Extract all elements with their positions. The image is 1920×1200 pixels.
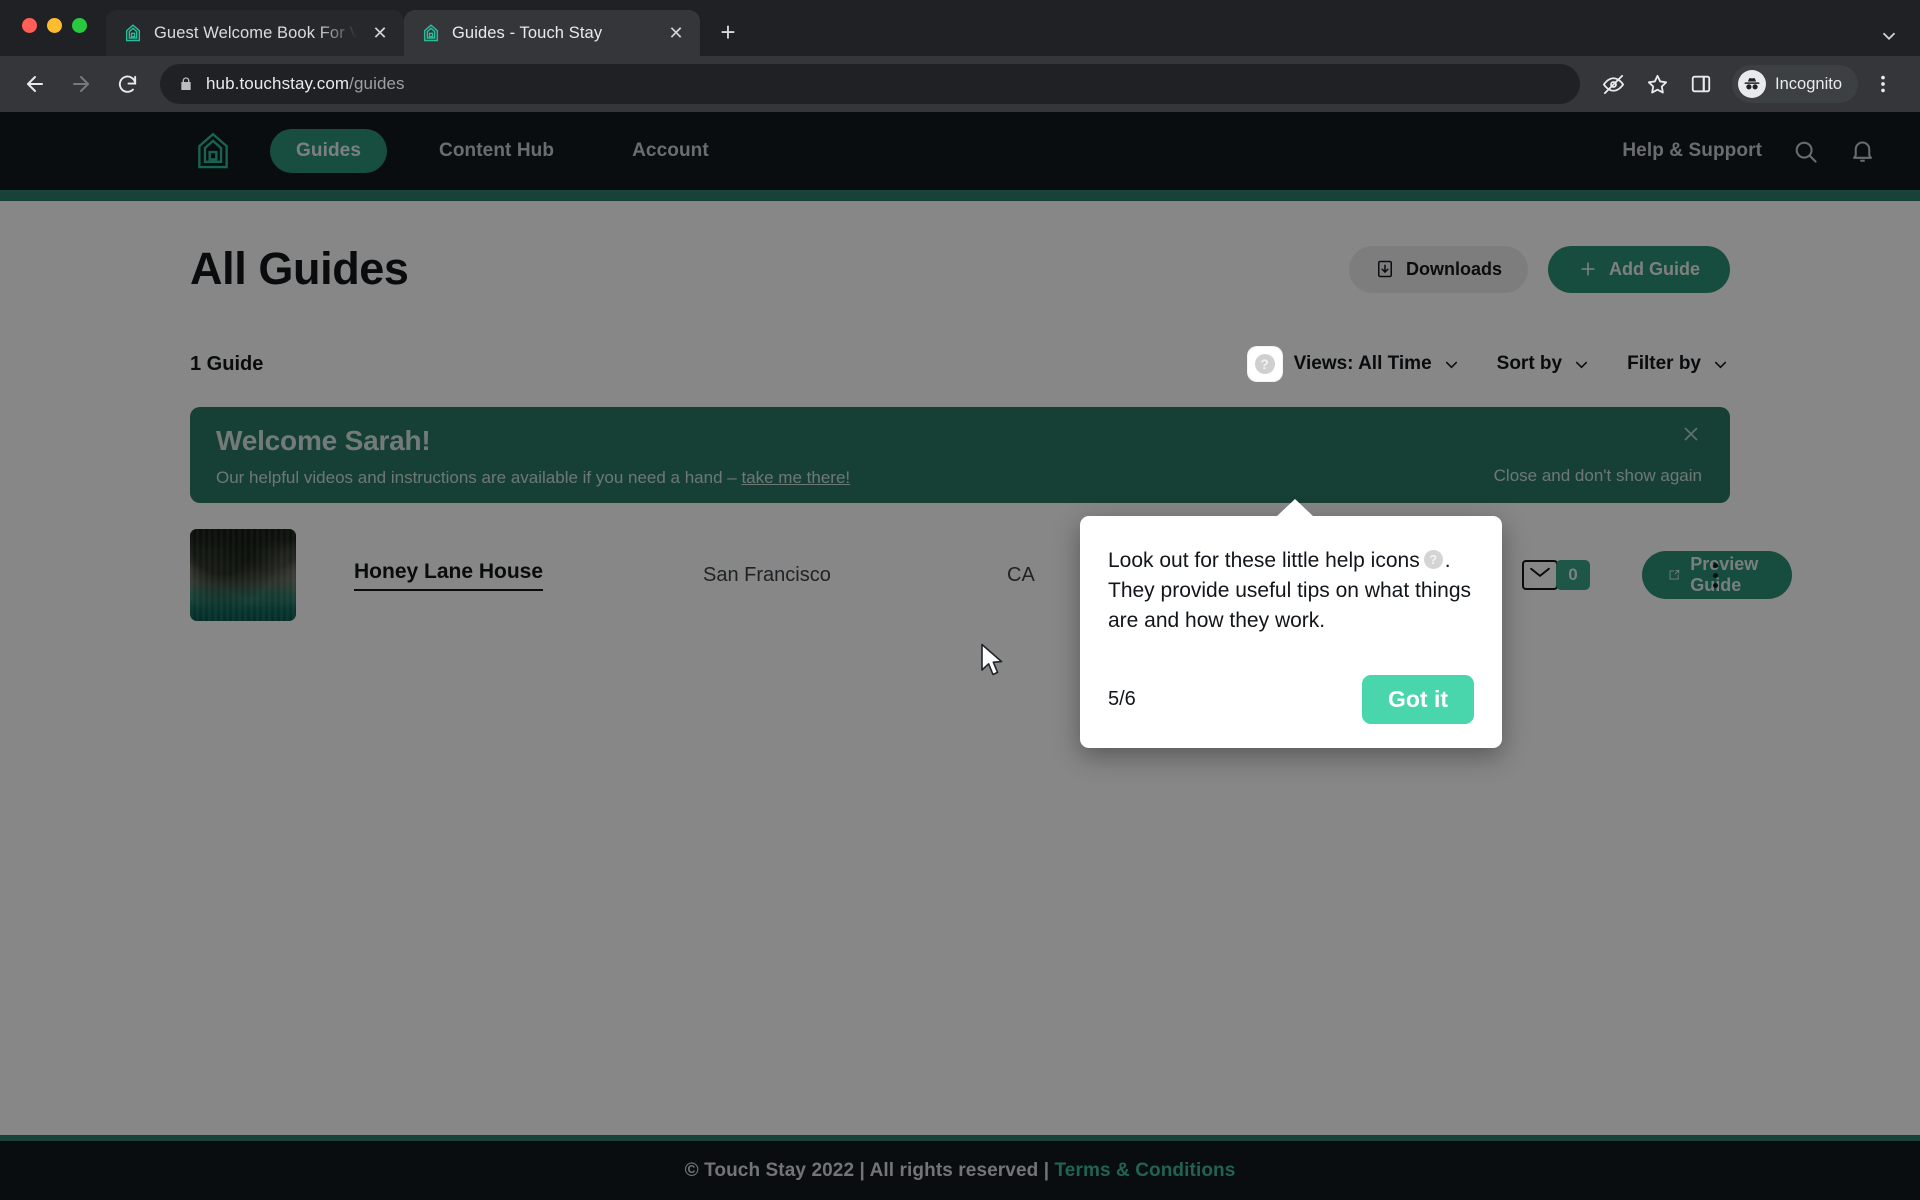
address-bar[interactable]: hub.touchstay.com/guides — [160, 64, 1581, 104]
address-bar-url: hub.touchstay.com/guides — [206, 74, 405, 94]
side-panel-icon — [1691, 75, 1711, 93]
browser-tab-1-close-icon[interactable]: ✕ — [368, 21, 392, 45]
incognito-icon — [1738, 70, 1767, 98]
eye-slash-icon-button[interactable] — [1594, 65, 1632, 103]
browser-tab-1-title: Guest Welcome Book For Vacat — [154, 23, 357, 42]
tab-list: Guest Welcome Book For Vacat ✕ Guides - … — [106, 0, 747, 56]
eye-slash-icon — [1602, 74, 1624, 94]
side-panel-button[interactable] — [1682, 65, 1720, 103]
help-tour-tooltip: Look out for these little help icons?. T… — [1080, 499, 1502, 749]
toolbar-icon-group: Incognito — [1594, 65, 1902, 103]
browser-tab-1[interactable]: Guest Welcome Book For Vacat ✕ — [106, 10, 404, 56]
arrow-right-icon — [73, 76, 89, 92]
browser-tab-strip: Guest Welcome Book For Vacat ✕ Guides - … — [0, 0, 1920, 56]
got-it-button[interactable]: Got it — [1361, 675, 1474, 725]
lock-icon — [181, 77, 191, 90]
minimize-window-button[interactable] — [47, 18, 62, 33]
mouse-cursor — [981, 643, 1003, 676]
new-tab-button[interactable]: + — [709, 13, 747, 51]
touchstay-house-icon — [125, 24, 141, 42]
help-question-icon: ? — [1254, 354, 1275, 374]
browser-tab-2-title: Guides - Touch Stay — [452, 23, 603, 42]
tooltip-step-counter: 5/6 — [1108, 688, 1136, 711]
bookmark-star-button[interactable] — [1638, 65, 1676, 103]
help-icon-highlight[interactable]: ? — [1247, 347, 1282, 381]
arrow-left-icon — [27, 76, 43, 92]
reload-icon — [118, 75, 136, 93]
forward-button[interactable] — [60, 63, 102, 105]
three-dot-menu-icon — [1881, 75, 1885, 93]
maximize-window-button[interactable] — [72, 18, 87, 33]
star-icon — [1647, 74, 1667, 93]
browser-menu-button[interactable] — [1864, 65, 1902, 103]
browser-toolbar: hub.touchstay.com/guides Incognito — [0, 56, 1920, 112]
back-button[interactable] — [14, 63, 56, 105]
modal-dim-overlay[interactable] — [0, 112, 1920, 1200]
browser-tab-2-close-icon[interactable]: ✕ — [664, 21, 688, 45]
tooltip-text-before-icon: Look out for these little help icons — [1108, 549, 1420, 572]
chevron-down-icon — [1882, 32, 1896, 41]
help-question-icon: ? — [1423, 550, 1443, 570]
touchstay-house-icon — [423, 24, 439, 42]
url-host: hub.touchstay.com — [206, 74, 350, 93]
incognito-label: Incognito — [1775, 74, 1842, 93]
incognito-profile-button[interactable]: Incognito — [1732, 65, 1858, 103]
tooltip-arrow — [1276, 499, 1314, 517]
page-viewport: Guides Content Hub Account Help & Suppor… — [0, 112, 1920, 1200]
window-controls — [22, 18, 87, 33]
browser-window: Guest Welcome Book For Vacat ✕ Guides - … — [0, 0, 1920, 1200]
close-window-button[interactable] — [22, 18, 37, 33]
reload-button[interactable] — [106, 63, 148, 105]
url-path: /guides — [349, 74, 405, 93]
tooltip-footer: 5/6 Got it — [1108, 675, 1474, 725]
browser-tab-2[interactable]: Guides - Touch Stay ✕ — [404, 10, 700, 56]
tab-search-button[interactable] — [1878, 25, 1900, 47]
tooltip-text: Look out for these little help icons?. T… — [1108, 549, 1472, 632]
